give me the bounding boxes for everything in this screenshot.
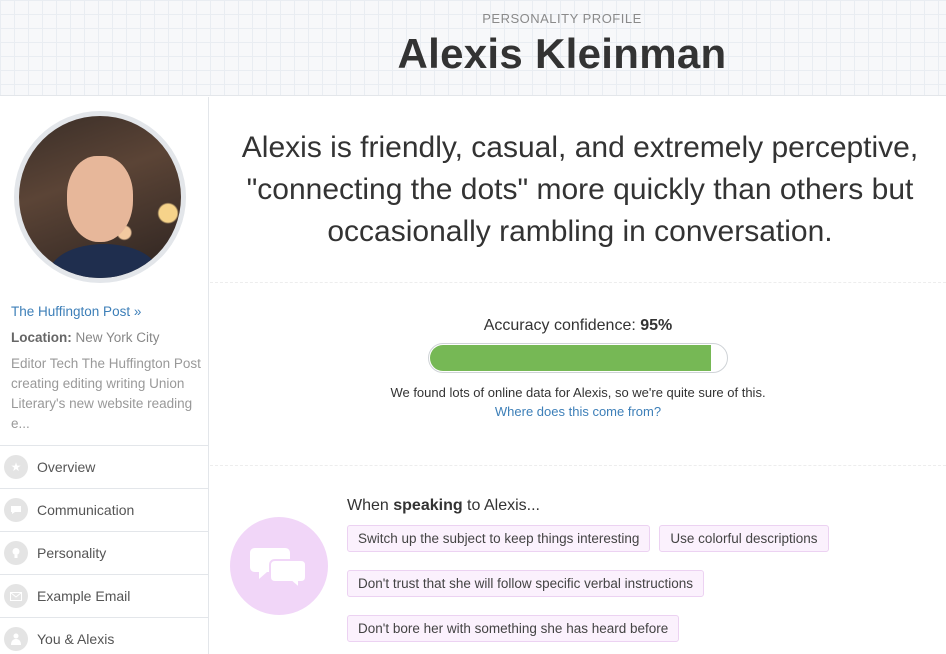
sidebar-item-communication[interactable]: Communication: [0, 488, 209, 531]
page-title: Alexis Kleinman: [397, 30, 727, 77]
sidebar: The Huffington Post » Location: New York…: [0, 97, 209, 654]
speech-bubble-icon: [4, 498, 28, 522]
avatar-frame: [14, 111, 186, 283]
speaking-tip-tag[interactable]: Don't trust that she will follow specifi…: [347, 570, 704, 597]
sidebar-item-label: Communication: [37, 502, 135, 518]
speaking-tip-tag[interactable]: Switch up the subject to keep things int…: [347, 525, 651, 552]
accuracy-progress-fill: [430, 345, 711, 371]
page-eyebrow: PERSONALITY PROFILE: [482, 11, 642, 26]
sidebar-item-you-and-alexis[interactable]: You & Alexis: [0, 617, 209, 654]
main-content: Alexis is friendly, casual, and extremel…: [210, 97, 946, 654]
sidebar-nav: ★ Overview Communication Personality Exa…: [0, 445, 209, 654]
accuracy-progress-bar: [428, 343, 728, 373]
location-value: New York City: [75, 330, 160, 345]
speaking-section: When speaking to Alexis... Switch up the…: [347, 497, 907, 642]
star-icon: ★: [4, 455, 28, 479]
speaking-title-suffix: to Alexis...: [462, 497, 540, 514]
location-label: Location:: [11, 330, 72, 345]
profile-info: The Huffington Post » Location: New York…: [11, 302, 201, 434]
speaking-title: When speaking to Alexis...: [347, 497, 907, 515]
profile-header: PERSONALITY PROFILE Alexis Kleinman: [0, 0, 946, 96]
divider: [210, 465, 946, 466]
profile-bio: Editor Tech The Huffington Post creating…: [11, 356, 201, 431]
location-line: Location: New York City: [11, 328, 201, 348]
sidebar-item-overview[interactable]: ★ Overview: [0, 445, 209, 488]
lightbulb-icon: [4, 541, 28, 565]
speaking-tip-tag[interactable]: Don't bore her with something she has he…: [347, 615, 680, 642]
data-source-link[interactable]: Where does this come from?: [495, 404, 661, 419]
sidebar-item-example-email[interactable]: Example Email: [0, 574, 209, 617]
accuracy-section: Accuracy confidence: 95% We found lots o…: [210, 317, 946, 421]
sidebar-item-label: Example Email: [37, 588, 131, 604]
sidebar-item-label: Personality: [37, 545, 107, 561]
speaking-tips: Switch up the subject to keep things int…: [347, 525, 867, 642]
person-icon: [4, 627, 28, 651]
speaking-title-prefix: When: [347, 497, 394, 514]
sidebar-item-label: Overview: [37, 459, 96, 475]
personality-summary: Alexis is friendly, casual, and extremel…: [241, 131, 919, 248]
huffington-post-link[interactable]: The Huffington Post »: [11, 302, 201, 322]
accuracy-value: 95%: [640, 317, 673, 334]
sidebar-item-personality[interactable]: Personality: [0, 531, 209, 574]
divider: [210, 282, 946, 283]
speech-bubbles-icon: [230, 517, 328, 615]
accuracy-note: We found lots of online data for Alexis,…: [390, 385, 766, 400]
accuracy-label-text: Accuracy confidence:: [483, 317, 636, 334]
sidebar-item-label: You & Alexis: [37, 631, 115, 647]
accuracy-label: Accuracy confidence: 95%: [210, 317, 946, 335]
speaking-tip-tag[interactable]: Use colorful descriptions: [659, 525, 829, 552]
envelope-icon: [4, 584, 28, 608]
speaking-title-bold: speaking: [393, 497, 463, 514]
avatar: [19, 116, 181, 278]
avatar-shirt: [49, 244, 159, 278]
avatar-face: [67, 156, 133, 242]
